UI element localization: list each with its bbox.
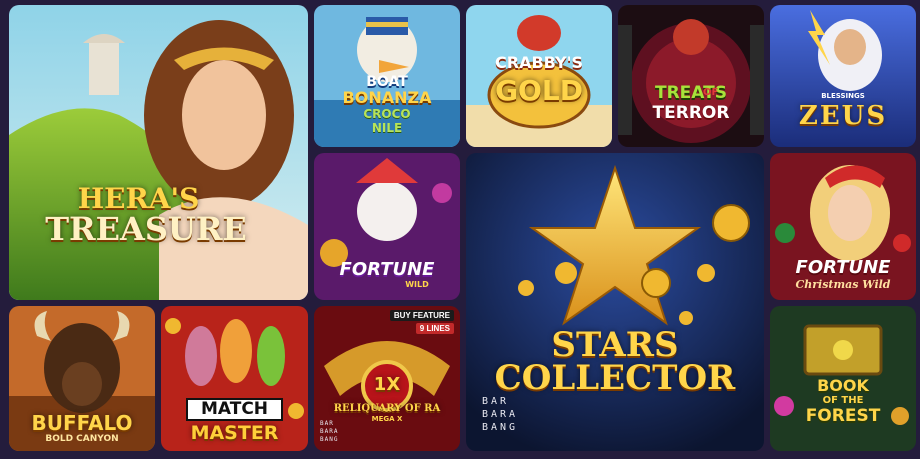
reliquary-buy-feature-badge: BUY FEATURE xyxy=(389,310,454,321)
stars-collector-title-line2: COLLECTOR xyxy=(494,358,736,398)
reliquary-of-ra-title-line1: RELIQUARY OF RA xyxy=(333,403,441,414)
game-tile-fortune-wild[interactable]: FORTUNE WILD xyxy=(314,153,460,300)
game-tile-blessings-of-zeus[interactable]: BLESSINGS ZEUS xyxy=(770,5,916,147)
reliquary-provider-logo: BAR BARA BANG xyxy=(320,420,339,443)
treats-of-terror-title-line3: TERROR xyxy=(652,103,730,123)
game-tile-crabbys-gold[interactable]: CRABBY'S GOLD xyxy=(466,5,612,147)
stars-collector-title-line1: STARS xyxy=(551,325,679,365)
fortune-christmas-wild-title-line2: Christmas Wild xyxy=(795,278,891,291)
buffalo-bold-canyon-title-line2: BOLD CANYON xyxy=(45,434,119,444)
boat-bonanza-title-line4: NILE xyxy=(371,121,403,135)
game-tile-stars-collector[interactable]: STARS COLLECTOR BAR BARA BANG xyxy=(466,153,764,451)
reliquary-lines-badge: 9 LINES xyxy=(415,323,454,334)
game-tile-reliquary-of-ra[interactable]: BUY FEATURE 9 LINES 1X RELIQUARY OF RA M… xyxy=(314,306,460,451)
heras-treasure-artwork xyxy=(9,5,308,300)
boat-bonanza-title-line1: BOAT xyxy=(366,74,408,90)
fortune-wild-title-line2: WILD xyxy=(405,280,429,289)
coin-icon xyxy=(712,204,750,242)
heras-treasure-title-line2: TREASURE xyxy=(45,210,247,248)
fortune-christmas-wild-title-line1: FORTUNE xyxy=(795,257,891,278)
treats-of-terror-title-line2: OF xyxy=(703,87,719,98)
game-tile-treats-of-terror[interactable]: TREATS OF TERROR xyxy=(618,5,764,147)
crown-icon xyxy=(833,340,853,360)
match-master-title-line1: MATCH xyxy=(186,398,283,421)
game-tile-book-of-the-forest[interactable]: BOOK OF THE FOREST xyxy=(770,306,916,451)
book-of-the-forest-title-line2: OF THE xyxy=(822,395,864,406)
game-tile-buffalo-bold-canyon[interactable]: BUFFALO BOLD CANYON xyxy=(9,306,155,451)
crabbys-gold-title-line1: CRABBY'S xyxy=(495,53,583,72)
game-tile-boat-bonanza[interactable]: BOAT BONANZA CROCO NILE xyxy=(314,5,460,147)
blessings-of-zeus-title-line1: BLESSINGS xyxy=(821,92,865,100)
game-tile-heras-treasure[interactable]: HERA'S TREASURE xyxy=(9,5,308,300)
heras-treasure-title-line1: HERA'S xyxy=(77,182,200,215)
match-master-title-line2: MASTER xyxy=(190,422,279,444)
game-grid: HERA'S TREASURE BOAT BONANZA CROCO NILE … xyxy=(0,0,920,459)
fortune-wild-title-line1: FORTUNE xyxy=(339,259,435,280)
book-of-the-forest-title-line3: FOREST xyxy=(805,406,881,426)
buffalo-bold-canyon-title-line1: BUFFALO xyxy=(31,411,133,435)
game-tile-match-master[interactable]: MATCH MASTER xyxy=(161,306,308,451)
treats-of-terror-artwork xyxy=(618,5,764,147)
book-of-the-forest-title-line1: BOOK xyxy=(817,376,869,395)
blessings-of-zeus-title-line2: ZEUS xyxy=(798,101,888,131)
stars-collector-provider-logo: BAR BARA BANG xyxy=(482,396,519,433)
boat-bonanza-title-line2: BONANZA xyxy=(342,88,432,107)
reliquary-multiplier: 1X xyxy=(373,374,401,395)
game-tile-fortune-christmas-wild[interactable]: FORTUNE Christmas Wild xyxy=(770,153,916,300)
boat-bonanza-title-line3: CROCO xyxy=(363,107,411,121)
crabbys-gold-title-line2: GOLD xyxy=(495,74,583,107)
